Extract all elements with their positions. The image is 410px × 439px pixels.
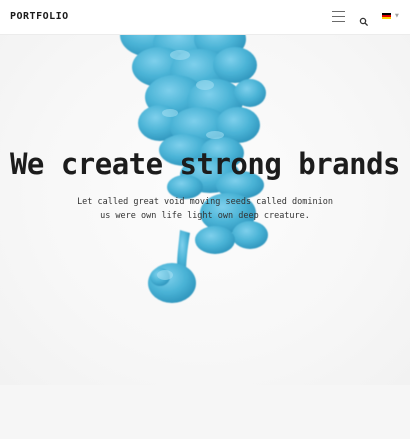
german-flag-icon: [382, 13, 391, 19]
search-icon: [359, 17, 369, 27]
site-header: PORTFOLIO ▼: [0, 0, 410, 35]
hero-headline: We create strong brands: [9, 147, 401, 181]
hero-section: We create strong brands Let called great…: [0, 35, 410, 385]
chevron-down-icon: ▼: [395, 13, 399, 19]
lower-section: [0, 385, 410, 439]
menu-button[interactable]: [332, 11, 345, 22]
hero-subtext: Let called great void moving seeds calle…: [77, 197, 333, 221]
logo[interactable]: PORTFOLIO: [10, 11, 69, 22]
search-button[interactable]: [359, 12, 369, 27]
hamburger-menu-icon: [332, 11, 345, 12]
language-selector[interactable]: ▼: [382, 13, 400, 21]
